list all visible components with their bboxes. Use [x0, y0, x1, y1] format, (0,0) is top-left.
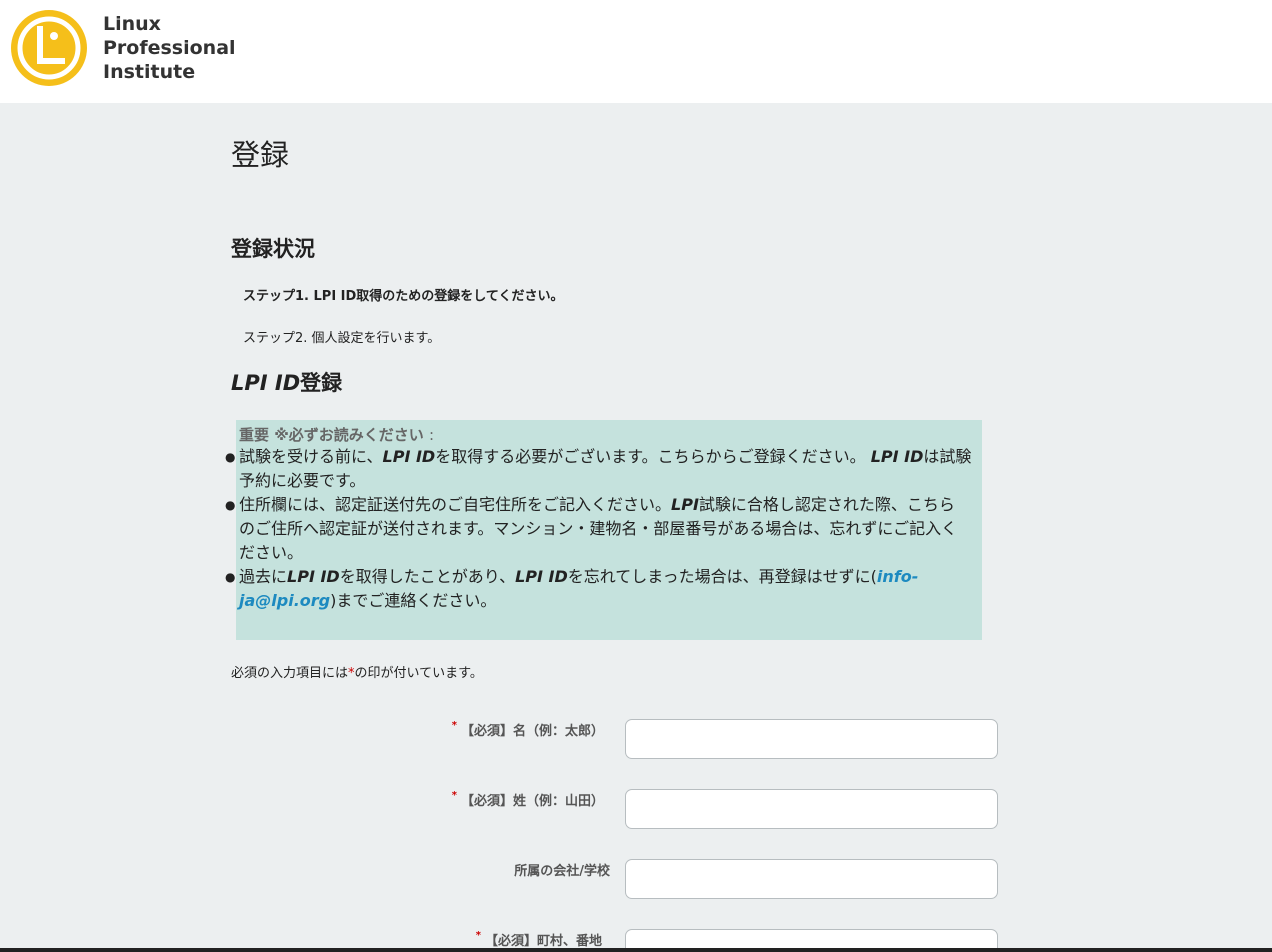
required-note-text: の印が付いています。: [354, 666, 483, 681]
notice-text: を取得したことがあり、: [339, 567, 516, 586]
lpi-id-registration-title: LPI ID登録: [231, 367, 342, 397]
registration-status-title: 登録状況: [231, 237, 315, 261]
notice-text: を取得する必要がございます。こちらからご登録ください。: [435, 447, 871, 466]
first-name-input[interactable]: [625, 719, 998, 759]
lpi-logo-icon[interactable]: [10, 9, 88, 87]
required-star: *: [451, 790, 457, 801]
lpi-id-text: LPI ID: [515, 567, 568, 586]
page-title: 登録: [231, 138, 290, 172]
notice-text: )までご連絡ください。: [330, 591, 497, 610]
notice-text: 過去に: [239, 567, 288, 586]
lpi-text: LPI: [671, 495, 699, 514]
logo-line: Linux: [103, 13, 161, 35]
bullet-icon: ●: [225, 570, 236, 584]
required-star: *: [451, 720, 457, 731]
required-fields-note: 必須の入力項目には*の印が付いています。: [231, 662, 483, 681]
notice-item: ● 過去にLPI IDを取得したことがあり、LPI IDを忘れてしまった場合は、…: [225, 565, 959, 613]
notice-item: ● 試験を受ける前に、LPI IDを取得する必要がございます。こちらからご登録く…: [225, 445, 979, 493]
important-notice-box: 重要 ※必ずお読みください : ● 試験を受ける前に、LPI IDを取得する必要…: [225, 420, 982, 640]
top-header: Linux Professional Institute: [0, 0, 1272, 103]
required-note-text: 必須の入力項目には: [231, 666, 349, 681]
required-star: *: [475, 930, 481, 941]
last-name-input[interactable]: [625, 789, 998, 829]
notice-heading-colon: :: [429, 426, 435, 444]
notice-text: を忘れてしまった場合は、再登録はせずに(: [567, 567, 877, 586]
step-1-text: ステップ1. LPI ID取得のための登録をしてください。: [243, 289, 564, 304]
first-name-label: * 【必須】名（例：太郎）: [224, 720, 604, 739]
lpi-id-emphasis: LPI ID: [231, 371, 301, 395]
field-label-text: 【必須】名（例：太郎）: [460, 724, 604, 739]
last-name-label: * 【必須】姓（例：山田）: [224, 790, 604, 809]
step-2-text: ステップ2. 個人設定を行います。: [243, 331, 441, 346]
logo-line: Professional: [103, 37, 236, 59]
logo-wordmark: Linux Professional Institute: [103, 12, 236, 84]
field-label-text: 所属の会社/学校: [514, 864, 610, 879]
bullet-icon: ●: [225, 450, 236, 464]
company-school-input[interactable]: [625, 859, 998, 899]
notice-text: 住所欄には、認定証送付先のご自宅住所をご記入ください。: [239, 495, 672, 514]
notice-heading: 重要 ※必ずお読みください :: [239, 424, 434, 445]
street-address-label: * 【必須】町村、番地: [222, 930, 602, 949]
field-label-text: 【必須】町村、番地: [484, 934, 602, 949]
notice-item: ● 住所欄には、認定証送付先のご自宅住所をご記入ください。LPI試験に合格し認定…: [225, 493, 959, 565]
window-bottom-edge: [0, 948, 1272, 952]
lpi-id-text: LPI ID: [382, 447, 436, 466]
lpi-id-text: LPI ID: [870, 447, 924, 466]
company-school-label: 所属の会社/学校: [230, 860, 610, 879]
bullet-icon: ●: [225, 498, 236, 512]
notice-text: 試験を受ける前に、: [239, 447, 383, 466]
lpi-title-rest: 登録: [300, 371, 343, 395]
logo-line: Institute: [103, 61, 196, 83]
lpi-id-text: LPI ID: [287, 567, 340, 586]
field-label-text: 【必須】姓（例：山田）: [460, 794, 604, 809]
notice-heading-bold: 重要 ※必ずお読みください: [239, 426, 424, 444]
